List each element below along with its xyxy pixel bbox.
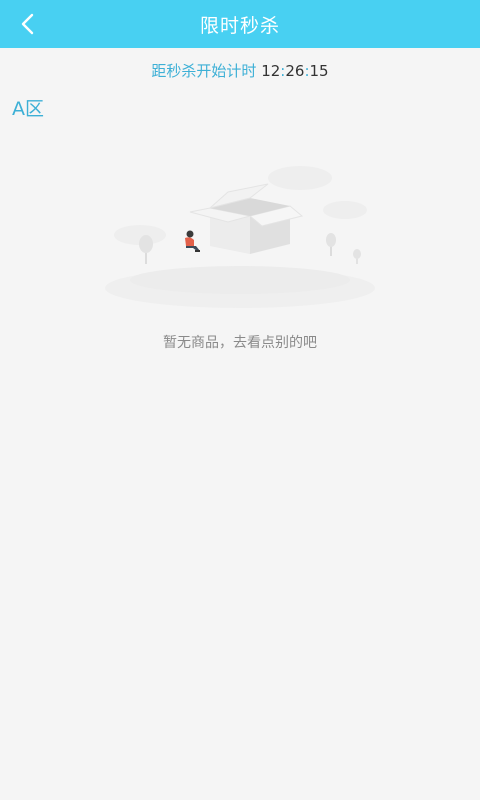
chevron-left-icon — [21, 13, 34, 35]
zone-title: A区 — [12, 98, 44, 120]
empty-state-message: 暂无商品，去看点别的吧 — [163, 335, 317, 351]
countdown: 距秒杀开始计时 12:26:15 — [0, 60, 480, 82]
tree-icon — [353, 249, 361, 264]
tree-icon — [326, 233, 336, 256]
tree-icon — [139, 235, 153, 264]
countdown-label: 距秒杀开始计时 — [151, 62, 257, 80]
empty-box-illustration — [105, 166, 375, 308]
countdown-hours: 12 — [261, 62, 281, 80]
person-icon — [185, 230, 200, 252]
countdown-seconds: 15 — [309, 62, 329, 80]
back-button[interactable] — [12, 8, 44, 40]
box-icon — [189, 183, 304, 254]
countdown-minutes: 26 — [285, 62, 305, 80]
page-title: 限时秒杀 — [199, 14, 280, 37]
top-bar: 限时秒杀 — [0, 0, 480, 48]
